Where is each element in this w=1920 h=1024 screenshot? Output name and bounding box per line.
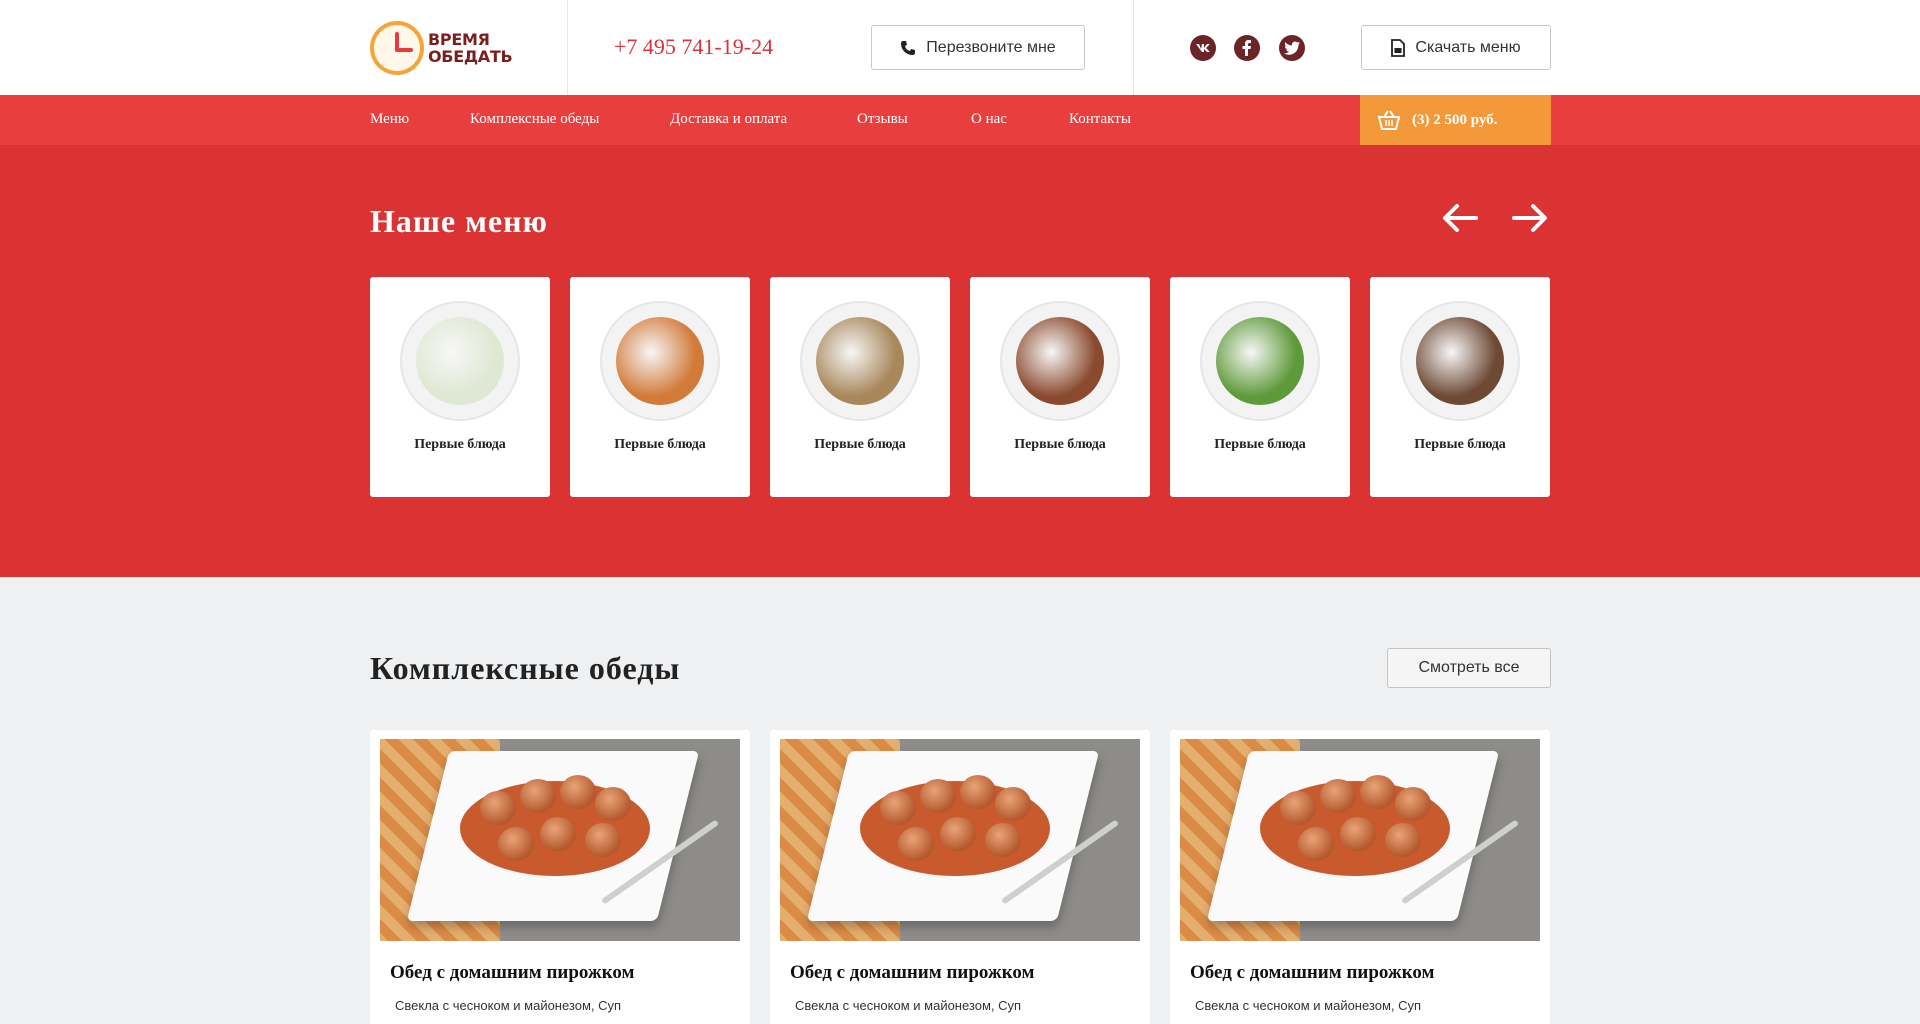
menu-section: Наше меню Первые блюда Первые блюда Перв… (0, 145, 1920, 577)
header-divider (1133, 0, 1134, 95)
dish-image (400, 301, 520, 421)
menu-card[interactable]: Первые блюда (970, 277, 1150, 497)
dish-image (600, 301, 720, 421)
nav-item-contacts[interactable]: Контакты (1069, 111, 1131, 128)
nav-item-delivery[interactable]: Доставка и оплата (670, 111, 787, 128)
vk-icon[interactable] (1190, 35, 1216, 61)
nav-item-reviews[interactable]: Отзывы (857, 111, 908, 128)
nav-item-complex-lunches[interactable]: Комплексные обеды (470, 111, 599, 128)
menu-card-label: Первые блюда (1414, 437, 1506, 452)
cart-button[interactable]: (3) 2 500 руб. (1360, 95, 1551, 145)
logo-text: ВРЕМЯ ОБЕДАТЬ (428, 30, 513, 66)
site-header: ВРЕМЯ ОБЕДАТЬ +7 495 741-19-24 Перезвони… (0, 0, 1920, 95)
basket-icon (1378, 110, 1400, 130)
lunch-card[interactable]: Обед с домашним пирожком Свекла с чеснок… (370, 730, 750, 1024)
menu-card-label: Первые блюда (414, 437, 506, 452)
lunch-image (1180, 739, 1540, 941)
logo-line-1: ВРЕМЯ (428, 30, 490, 49)
menu-card-label: Первые блюда (614, 437, 706, 452)
logo[interactable]: ВРЕМЯ ОБЕДАТЬ (370, 20, 525, 76)
cart-total: (3) 2 500 руб. (1412, 111, 1498, 128)
dish-image (1000, 301, 1120, 421)
lunch-card-description: Свекла с чесноком и майонезом, Суп (1195, 998, 1422, 1013)
clock-icon (370, 21, 424, 75)
menu-card-label: Первые блюда (814, 437, 906, 452)
download-menu-button[interactable]: Скачать меню (1361, 25, 1551, 70)
lunch-card-title: Обед с домашним пирожком (1190, 962, 1435, 983)
callback-button[interactable]: Перезвоните мне (871, 25, 1085, 70)
menu-card[interactable]: Первые блюда (370, 277, 550, 497)
lunch-card-title: Обед с домашним пирожком (790, 962, 1035, 983)
logo-line-2: ОБЕДАТЬ (428, 47, 513, 66)
menu-card[interactable]: Первые блюда (1370, 277, 1550, 497)
nav-item-menu[interactable]: Меню (370, 111, 409, 128)
header-divider (567, 0, 568, 95)
lunch-image (780, 739, 1140, 941)
menu-card-label: Первые блюда (1214, 437, 1306, 452)
lunch-card[interactable]: Обед с домашним пирожком Свекла с чеснок… (1170, 730, 1550, 1024)
phone-icon (901, 40, 916, 55)
lunch-card-description: Свекла с чесноком и майонезом, Суп (795, 998, 1022, 1013)
lunch-image (380, 739, 740, 941)
arrow-right-icon[interactable] (1510, 201, 1550, 235)
arrow-left-icon[interactable] (1440, 201, 1480, 235)
lunch-card[interactable]: Обед с домашним пирожком Свекла с чеснок… (770, 730, 1150, 1024)
twitter-icon[interactable] (1279, 35, 1305, 61)
download-label: Скачать меню (1415, 38, 1521, 56)
phone-prefix: +7 495 (614, 34, 676, 59)
phone-digits: 741-19-24 (681, 34, 774, 59)
phone-number[interactable]: +7 495 741-19-24 (614, 34, 773, 60)
lunch-card-description: Свекла с чесноком и майонезом, Суп (395, 998, 622, 1013)
menu-card[interactable]: Первые блюда (570, 277, 750, 497)
dish-image (1200, 301, 1320, 421)
document-icon (1391, 38, 1406, 57)
view-all-button[interactable]: Смотреть все (1387, 648, 1551, 688)
menu-card-label: Первые блюда (1014, 437, 1106, 452)
nav-item-about[interactable]: О нас (971, 111, 1007, 128)
dish-image (1400, 301, 1520, 421)
lunch-card-title: Обед с домашним пирожком (390, 962, 635, 983)
menu-section-title: Наше меню (370, 203, 548, 239)
lunch-section-title: Комплексные обеды (370, 650, 681, 686)
main-nav: Меню Комплексные обеды Доставка и оплата… (0, 95, 1920, 145)
callback-label: Перезвоните мне (926, 38, 1056, 56)
dish-image (800, 301, 920, 421)
menu-card[interactable]: Первые блюда (770, 277, 950, 497)
facebook-icon[interactable] (1234, 35, 1260, 61)
menu-card[interactable]: Первые блюда (1170, 277, 1350, 497)
